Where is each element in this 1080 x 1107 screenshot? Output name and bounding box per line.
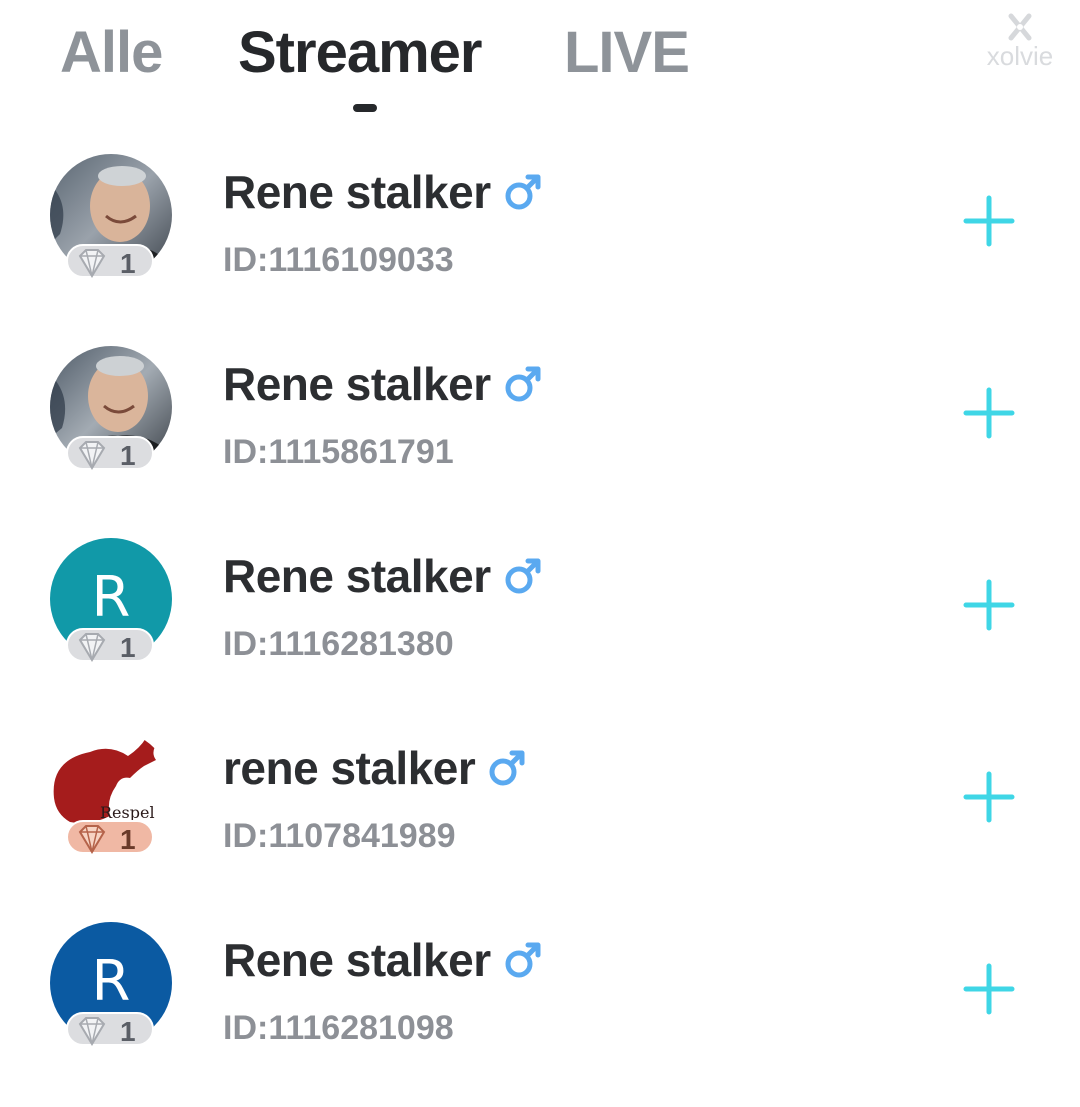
level-badge: 1 xyxy=(66,628,154,663)
tab-alle[interactable]: Alle xyxy=(60,18,163,88)
level-number: 1 xyxy=(120,248,136,279)
level-badge: 1 xyxy=(66,244,154,279)
add-follow-button[interactable] xyxy=(960,576,1018,634)
plus-icon xyxy=(963,579,1015,631)
user-name: Rene stalker xyxy=(223,934,491,986)
plus-icon xyxy=(963,771,1015,823)
avatar[interactable]: 1 xyxy=(50,346,172,471)
add-follow-button[interactable] xyxy=(960,768,1018,826)
male-symbol-icon xyxy=(489,750,525,786)
list-item[interactable]: R 1 Rene stalker ID:1116281098 xyxy=(0,898,1080,1090)
list-item[interactable]: 1 Rene stalker ID:1116109033 xyxy=(0,130,1080,322)
list-item[interactable]: 1 Rene stalker ID:1115861791 xyxy=(0,322,1080,514)
diamond-icon xyxy=(78,633,106,662)
diamond-icon xyxy=(78,1017,106,1046)
tab-streamer[interactable]: Streamer xyxy=(238,18,482,88)
list-item[interactable]: R 1 Rene stalker ID:1116281380 xyxy=(0,514,1080,706)
tab-bar: Alle Streamer LIVE xolvie xyxy=(0,0,1080,130)
diamond-icon xyxy=(78,825,106,854)
avatar-letter: R xyxy=(91,564,131,630)
name-line: Rene stalker xyxy=(223,932,543,988)
level-badge: 1 xyxy=(66,820,154,855)
user-name: Rene stalker xyxy=(223,550,491,602)
plus-icon xyxy=(963,963,1015,1015)
avatar[interactable]: 1 xyxy=(50,154,172,279)
level-number: 1 xyxy=(120,824,136,855)
name-line: Rene stalker xyxy=(223,164,543,220)
add-follow-button[interactable] xyxy=(960,384,1018,442)
male-symbol-icon xyxy=(505,174,541,210)
user-id: ID:1116109033 xyxy=(223,241,454,279)
plus-icon xyxy=(963,387,1015,439)
user-name: rene stalker xyxy=(223,742,476,794)
diamond-icon xyxy=(78,441,106,470)
level-number: 1 xyxy=(120,440,136,471)
add-follow-button[interactable] xyxy=(960,192,1018,250)
avatar[interactable]: R 1 xyxy=(50,922,172,1047)
add-follow-button[interactable] xyxy=(960,960,1018,1018)
level-number: 1 xyxy=(120,1016,136,1047)
watermark: xolvie xyxy=(972,12,1068,82)
watermark-text: xolvie xyxy=(986,41,1054,71)
diamond-icon xyxy=(78,249,106,278)
user-id: ID:1115861791 xyxy=(223,433,454,471)
name-line: rene stalker xyxy=(223,740,527,796)
name-line: Rene stalker xyxy=(223,356,543,412)
male-symbol-icon xyxy=(505,942,541,978)
user-id: ID:1107841989 xyxy=(223,817,456,855)
level-badge: 1 xyxy=(66,1012,154,1047)
level-number: 1 xyxy=(120,632,136,663)
avatar[interactable]: R 1 xyxy=(50,538,172,663)
user-id: ID:1116281380 xyxy=(223,625,454,663)
tab-live[interactable]: LIVE xyxy=(564,18,690,88)
male-symbol-icon xyxy=(505,366,541,402)
list-item[interactable]: Respel 1 rene stalker ID:1107841989 xyxy=(0,706,1080,898)
user-name: Rene stalker xyxy=(223,166,491,218)
level-badge: 1 xyxy=(66,436,154,471)
name-line: Rene stalker xyxy=(223,548,543,604)
user-name: Rene stalker xyxy=(223,358,491,410)
male-symbol-icon xyxy=(505,558,541,594)
watermark-logo-icon xyxy=(1008,13,1032,41)
plus-icon xyxy=(963,195,1015,247)
avatar-letter: R xyxy=(91,948,131,1014)
active-tab-indicator xyxy=(353,104,377,112)
avatar[interactable]: Respel 1 xyxy=(50,730,172,855)
user-id: ID:1116281098 xyxy=(223,1009,454,1047)
